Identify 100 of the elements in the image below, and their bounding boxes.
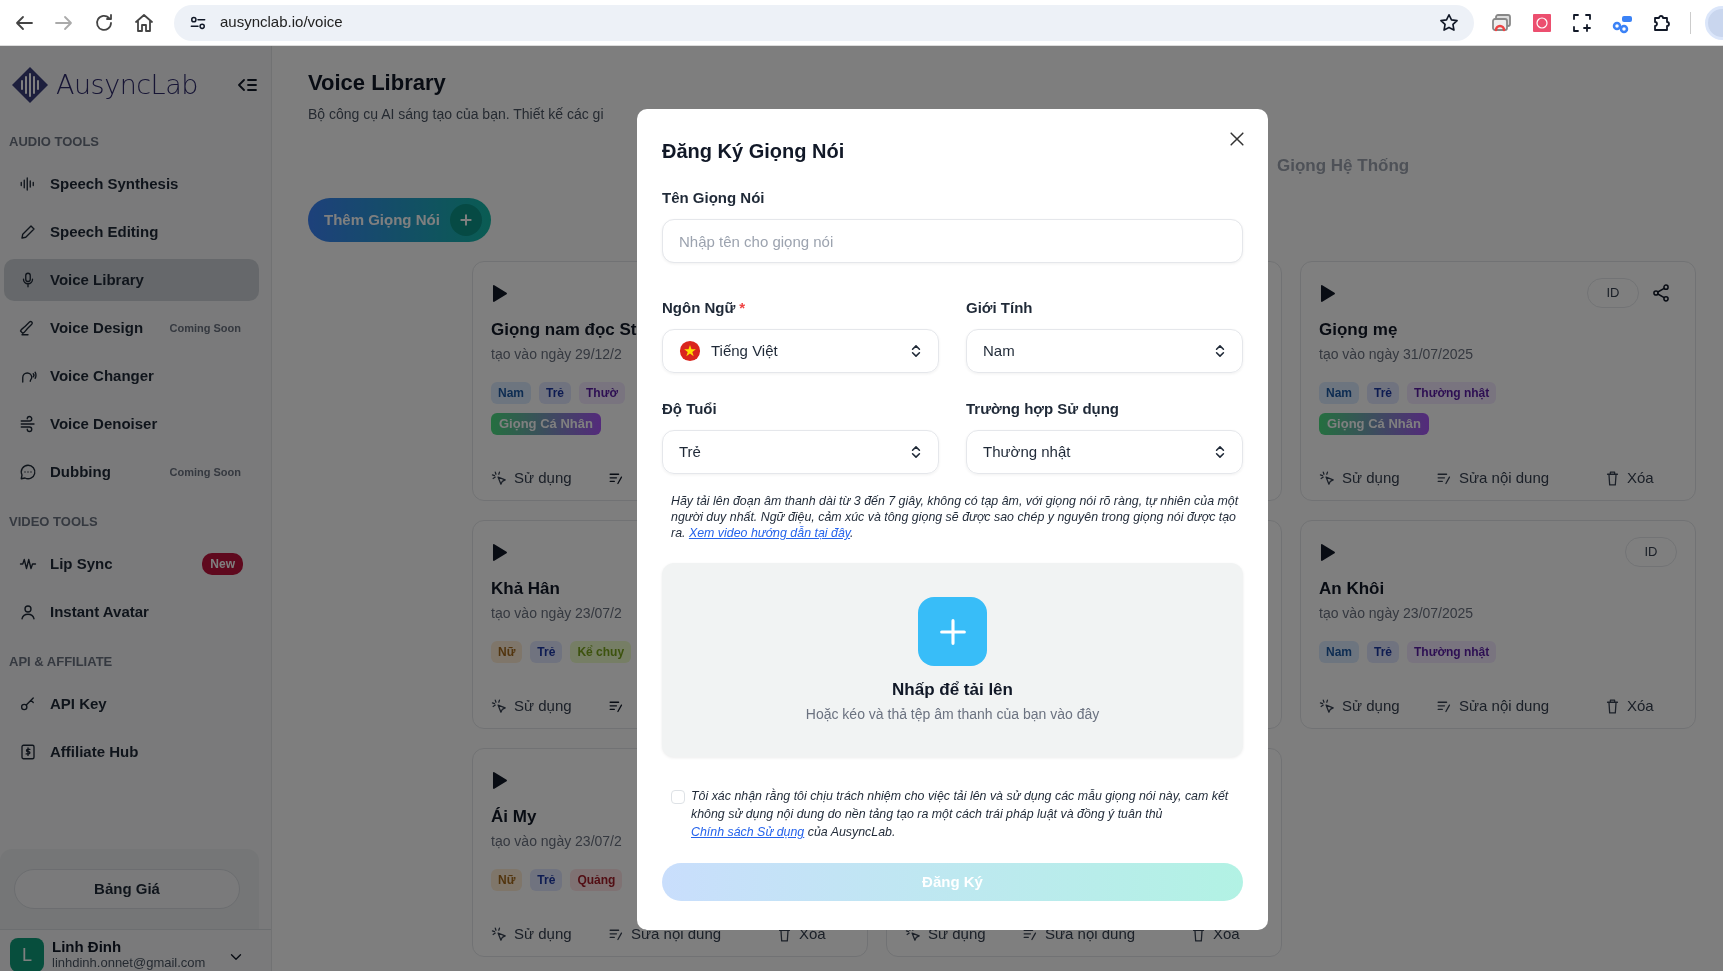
created-date: tạo vào ngày 23/07/2025 [1319,604,1474,623]
section-heading: AUDIO TOOLS [8,133,101,151]
sidebar-item[interactable]: Lip Sync New [4,543,259,585]
consent-checkbox[interactable] [671,790,685,804]
logo-icon [10,65,50,105]
voice-tag: Kể chuy [570,641,632,663]
select-field[interactable]: Tiếng Việt [662,329,939,373]
updown-chevron-icon [1214,444,1226,460]
field-label: Độ Tuổi [662,399,718,419]
voice-tag: Nam [1319,641,1359,663]
chat-bubble-icon [19,463,37,481]
created-date: tạo vào ngày 29/12/2 [491,345,622,364]
created-date: tạo vào ngày 31/07/2025 [1319,345,1474,364]
trash-icon [1604,469,1621,487]
section-heading: VIDEO TOOLS [8,513,99,531]
dollar-document-icon [19,743,37,761]
upload-title: Nhấp để tải lên [892,679,1013,701]
upload-dropzone[interactable]: Nhấp để tải lên Hoặc kéo và thả tệp âm thanh của bạn vào đây [662,563,1243,757]
updown-chevron-icon [1214,343,1226,359]
voice-tag: Thường nhật [1407,382,1497,404]
policy-link[interactable]: Chính sách Sử dụng [691,825,805,839]
waveform-icon [19,175,37,193]
logo-text: AusyncLab [56,67,198,102]
sidebar-item[interactable]: Dubbing Coming Soon [4,451,259,493]
delete-action[interactable]: Xóa [1604,466,1654,490]
address-bar[interactable]: ausynclab.io/voice [174,4,1474,41]
use-action[interactable]: Sử dụng [1319,694,1400,718]
use-action[interactable]: Sử dụng [491,466,572,490]
person-icon [19,603,37,621]
personal-voice-badge: Giọng Cá Nhân [491,413,601,435]
user-email: linhdinh.onnet@gmail.com [52,955,206,971]
play-icon[interactable] [491,542,508,562]
upload-instructions: Hãy tải lên đoạn âm thanh dài từ 3 đến 7 giây, không có tạp âm, với giọng nói rõ ràng, tự nhiên của một người duy nhất. Ngữ điệu, cảm xúc và tông giọng sẽ được sao chép y nguyên trong giọng nói được tạo ra. Xem video hướng dẫn tại đây. [670,493,1240,541]
edit-action[interactable]: Sửa nội dung [1436,694,1550,718]
dialog-title: Đăng Ký Giọng Nói [662,139,846,164]
sidebar-item[interactable]: Voice Library [4,259,259,301]
sidebar-item[interactable]: Instant Avatar [4,591,259,633]
add-voice-button[interactable]: Thêm Giọng Nói [308,198,491,242]
plus-icon [457,212,474,228]
updown-chevron-icon [910,444,922,460]
cursor-click-icon [1319,697,1336,715]
trash-icon [1604,697,1621,715]
voice-tag: Nữ [491,641,523,663]
share-icon[interactable] [1651,283,1671,303]
voice-tag: Trẻ [1367,382,1400,404]
updown-chevron-icon [910,343,922,359]
cursor-click-icon [1319,469,1336,487]
voice-tag: Trẻ [530,641,563,663]
voice-tag: Nữ [491,869,523,891]
name-input[interactable]: Nhập tên cho giọng nói [662,219,1243,263]
user-avatar: L [10,938,44,971]
sidebar-item[interactable]: Voice Design Coming Soon [4,307,259,349]
field-label: Giới Tính [966,298,1034,318]
field-label: Ngôn Ngữ * [662,298,747,318]
edit-action[interactable]: Sửa nội dung [1436,466,1550,490]
personal-voice-badge: Giọng Cá Nhân [1319,413,1429,435]
page-subtitle: Bộ công cụ AI sáng tạo của bạn. Thiết kế các gi [308,105,605,124]
play-icon[interactable] [1319,283,1336,303]
coming-soon-label: Coming Soon [169,320,241,336]
voice-name: Ái My [491,806,537,828]
cursor-click-icon [491,925,508,943]
required-mark: * [739,299,746,316]
select-field[interactable]: Thường nhật [966,430,1243,474]
play-icon[interactable] [491,770,508,790]
use-action[interactable]: Sử dụng [1319,466,1400,490]
voice-name: Giọng nam đọc St [491,319,637,341]
voice-tag: Quảng [570,869,623,891]
sidebar-item[interactable]: Voice Denoiser [4,403,259,445]
voice-name: An Khôi [1319,578,1385,600]
wind-icon [19,415,37,433]
select-field[interactable]: Trẻ [662,430,939,474]
cursor-click-icon [491,469,508,487]
play-icon[interactable] [491,283,508,303]
sidebar-item[interactable]: Speech Editing [4,211,259,253]
new-badge: New [202,553,243,575]
select-field[interactable]: Nam [966,329,1243,373]
sidebar-item[interactable]: Voice Changer [4,355,259,397]
created-date: tạo vào ngày 23/07/2 [491,832,622,851]
field-label: Tên Giọng Nói [662,188,766,208]
delete-action[interactable]: Xóa [1604,694,1654,718]
sidebar-item[interactable]: API Key [4,683,259,725]
bookmark-star-icon[interactable] [1438,11,1460,34]
use-action[interactable]: Sử dụng [491,694,572,718]
pricing-button[interactable]: Bảng Giá [14,869,240,909]
sidebar-item[interactable]: Affiliate Hub [4,731,259,773]
field-label: Trường hợp Sử dụng [966,399,1121,419]
voice-tag: Thườ [579,382,625,404]
key-icon [19,695,37,713]
voice-name: Giọng mẹ [1319,319,1398,341]
id-button[interactable]: ID [1587,278,1639,308]
play-icon[interactable] [1319,542,1336,562]
id-button[interactable]: ID [1625,537,1677,567]
cursor-click-icon [491,697,508,715]
voice-tag: Trẻ [539,382,572,404]
sidebar-item[interactable]: Speech Synthesis [4,163,259,205]
voice-tag: Nam [1319,382,1359,404]
voice-tag: Nam [491,382,531,404]
created-date: tạo vào ngày 23/07/2 [491,604,622,623]
use-action[interactable]: Sử dụng [491,922,572,946]
page-title: Voice Library [308,69,447,97]
